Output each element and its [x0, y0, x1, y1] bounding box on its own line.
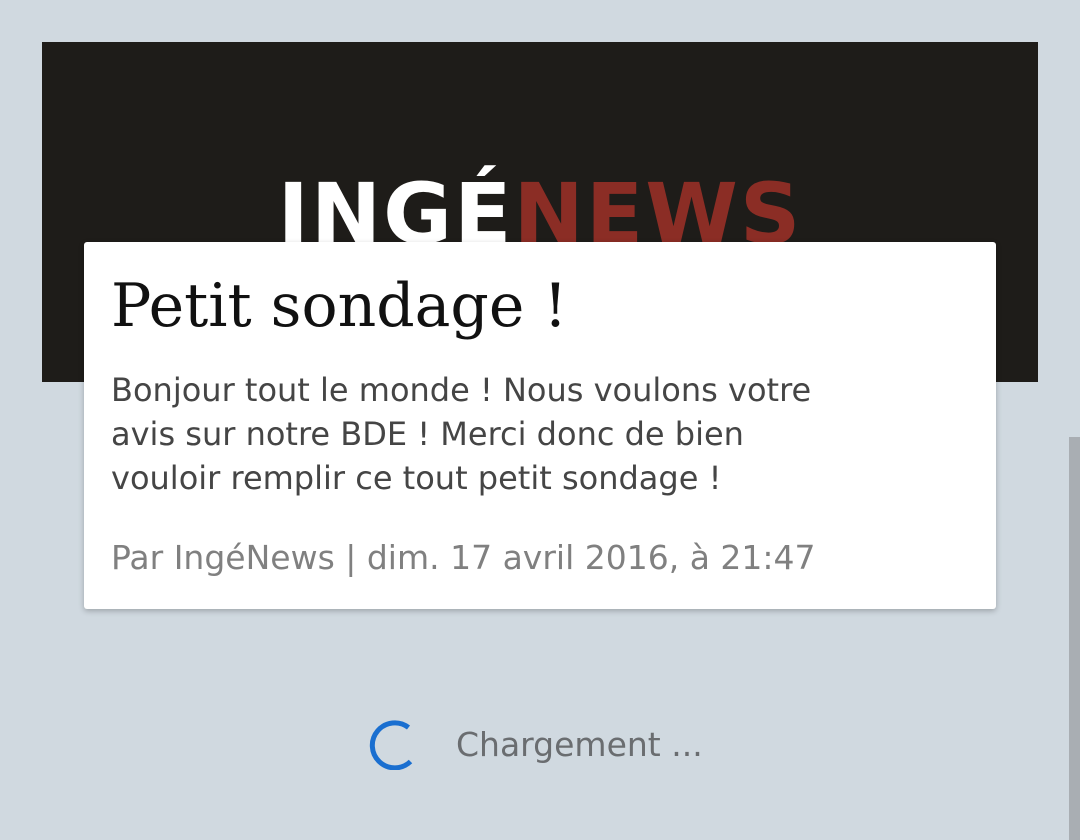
post-card[interactable]: Petit sondage ! Bonjour tout le monde ! …: [84, 242, 996, 609]
spinner-icon: [369, 720, 413, 770]
scrollbar[interactable]: [1069, 437, 1080, 840]
post-excerpt-line: avis sur notre BDE ! Merci donc de bien: [111, 415, 744, 453]
post-excerpt-line: vouloir remplir ce tout petit sondage !: [111, 459, 722, 497]
post-meta: Par IngéNews | dim. 17 avril 2016, à 21:…: [111, 538, 816, 577]
post-excerpt-line: Bonjour tout le monde ! Nous voulons vot…: [111, 371, 812, 409]
loading-label: Chargement ...: [456, 725, 703, 764]
post-title: Petit sondage !: [111, 271, 568, 341]
post-excerpt: Bonjour tout le monde ! Nous voulons vot…: [111, 368, 871, 500]
